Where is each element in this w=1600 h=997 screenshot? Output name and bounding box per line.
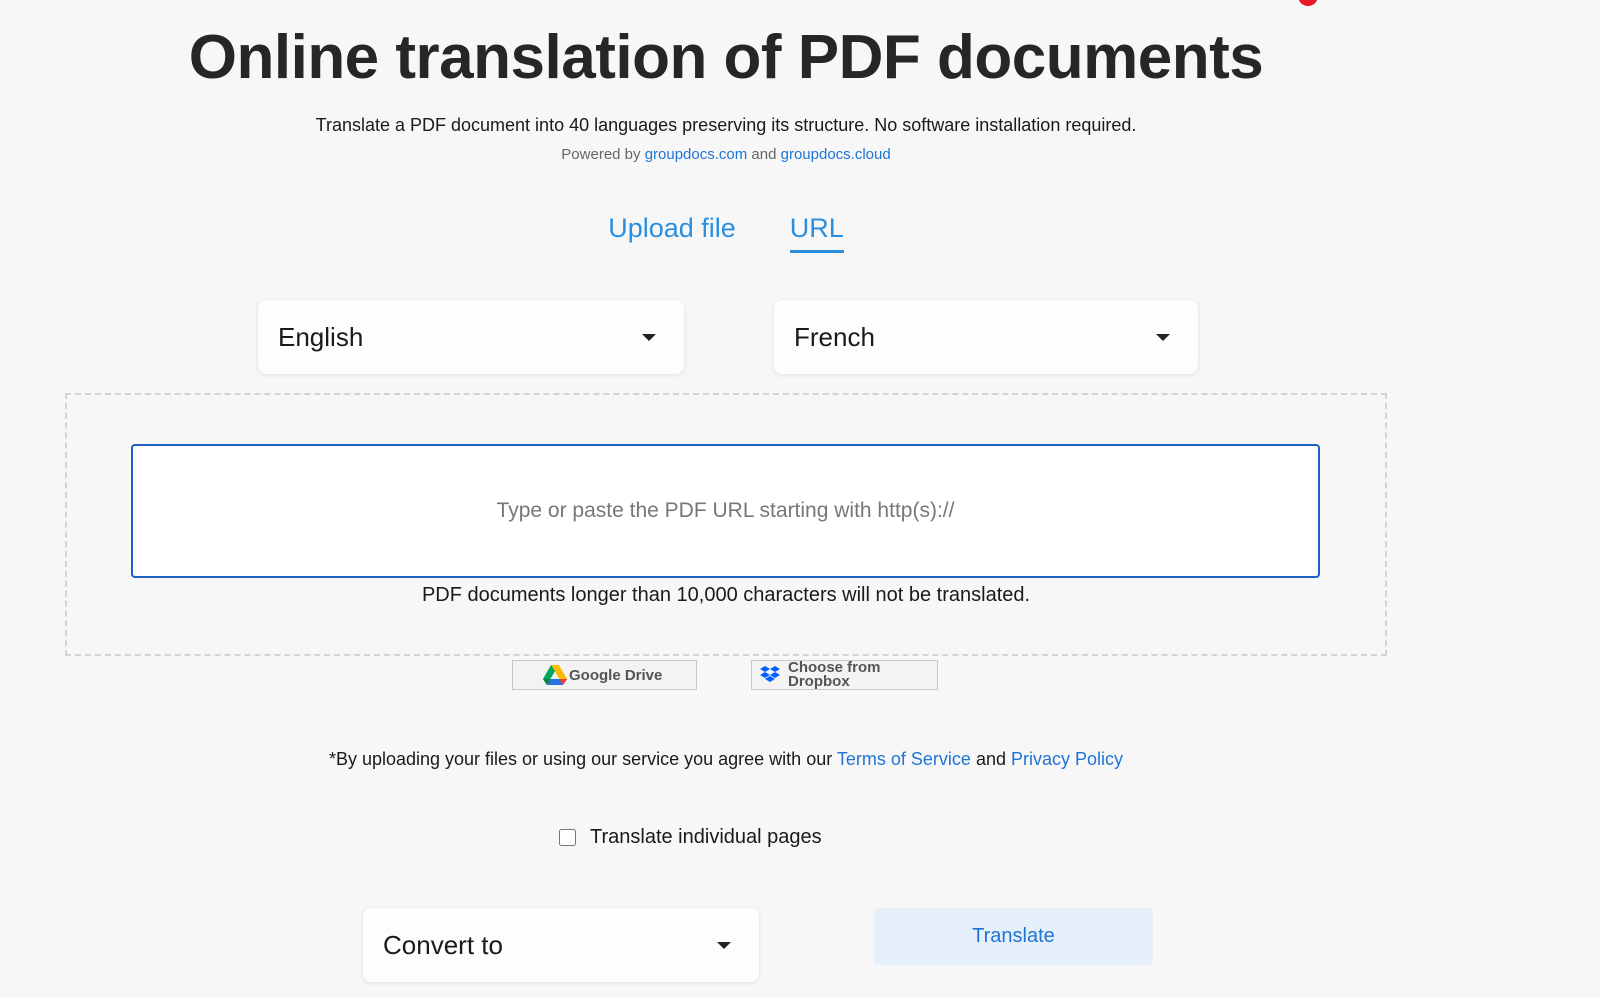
agreement-and: and	[975, 749, 1007, 769]
dropbox-label-line2: Dropbox	[788, 673, 850, 690]
individual-pages-checkbox[interactable]	[559, 829, 576, 846]
groupdocs-com-link[interactable]: groupdocs.com	[645, 146, 748, 163]
powered-by: Powered by groupdocs.com and groupdocs.c…	[0, 145, 1452, 165]
convert-to-select[interactable]: Convert to	[363, 908, 759, 982]
target-language-value: French	[794, 321, 875, 352]
convert-to-label: Convert to	[383, 929, 503, 960]
powered-and: and	[751, 146, 777, 163]
powered-prefix: Powered by	[561, 146, 641, 163]
dropbox-icon	[760, 666, 780, 682]
individual-pages-option[interactable]: Translate individual pages	[558, 826, 822, 849]
terms-of-service-link[interactable]: Terms of Service	[837, 749, 971, 769]
tab-url[interactable]: URL	[789, 212, 844, 253]
caret-down-icon	[1156, 333, 1170, 341]
caret-down-icon	[717, 941, 731, 949]
google-drive-button[interactable]: Google Drive	[512, 660, 697, 690]
privacy-policy-link[interactable]: Privacy Policy	[1011, 749, 1123, 769]
character-limit-note: PDF documents longer than 10,000 charact…	[421, 584, 1031, 606]
source-language-select[interactable]: English	[258, 300, 684, 374]
translate-button[interactable]: Translate	[874, 908, 1153, 965]
terms-agreement: *By uploading your files or using our se…	[0, 746, 1452, 772]
page-subtitle: Translate a PDF document into 40 languag…	[315, 115, 1137, 135]
page-title: Online translation of PDF documents	[188, 23, 1264, 92]
individual-pages-label: Translate individual pages	[590, 826, 822, 848]
page: Online translation of PDF documents Tran…	[0, 0, 1600, 997]
notification-dot	[1298, 0, 1318, 6]
source-language-value: English	[278, 321, 364, 352]
groupdocs-cloud-link[interactable]: groupdocs.cloud	[781, 146, 891, 163]
agreement-prefix: *By uploading your files or using our se…	[328, 749, 833, 769]
tab-upload-file[interactable]: Upload file	[608, 212, 736, 253]
source-tabs: Upload file URL	[0, 212, 1452, 253]
google-drive-icon	[543, 665, 567, 685]
target-language-select[interactable]: French	[774, 300, 1198, 374]
dropbox-button[interactable]: Choose from Dropbox	[751, 660, 938, 690]
google-drive-label: Google Drive	[569, 666, 663, 684]
dropbox-label: Choose from Dropbox	[788, 660, 881, 690]
caret-down-icon	[642, 333, 656, 341]
url-input[interactable]	[131, 444, 1320, 578]
